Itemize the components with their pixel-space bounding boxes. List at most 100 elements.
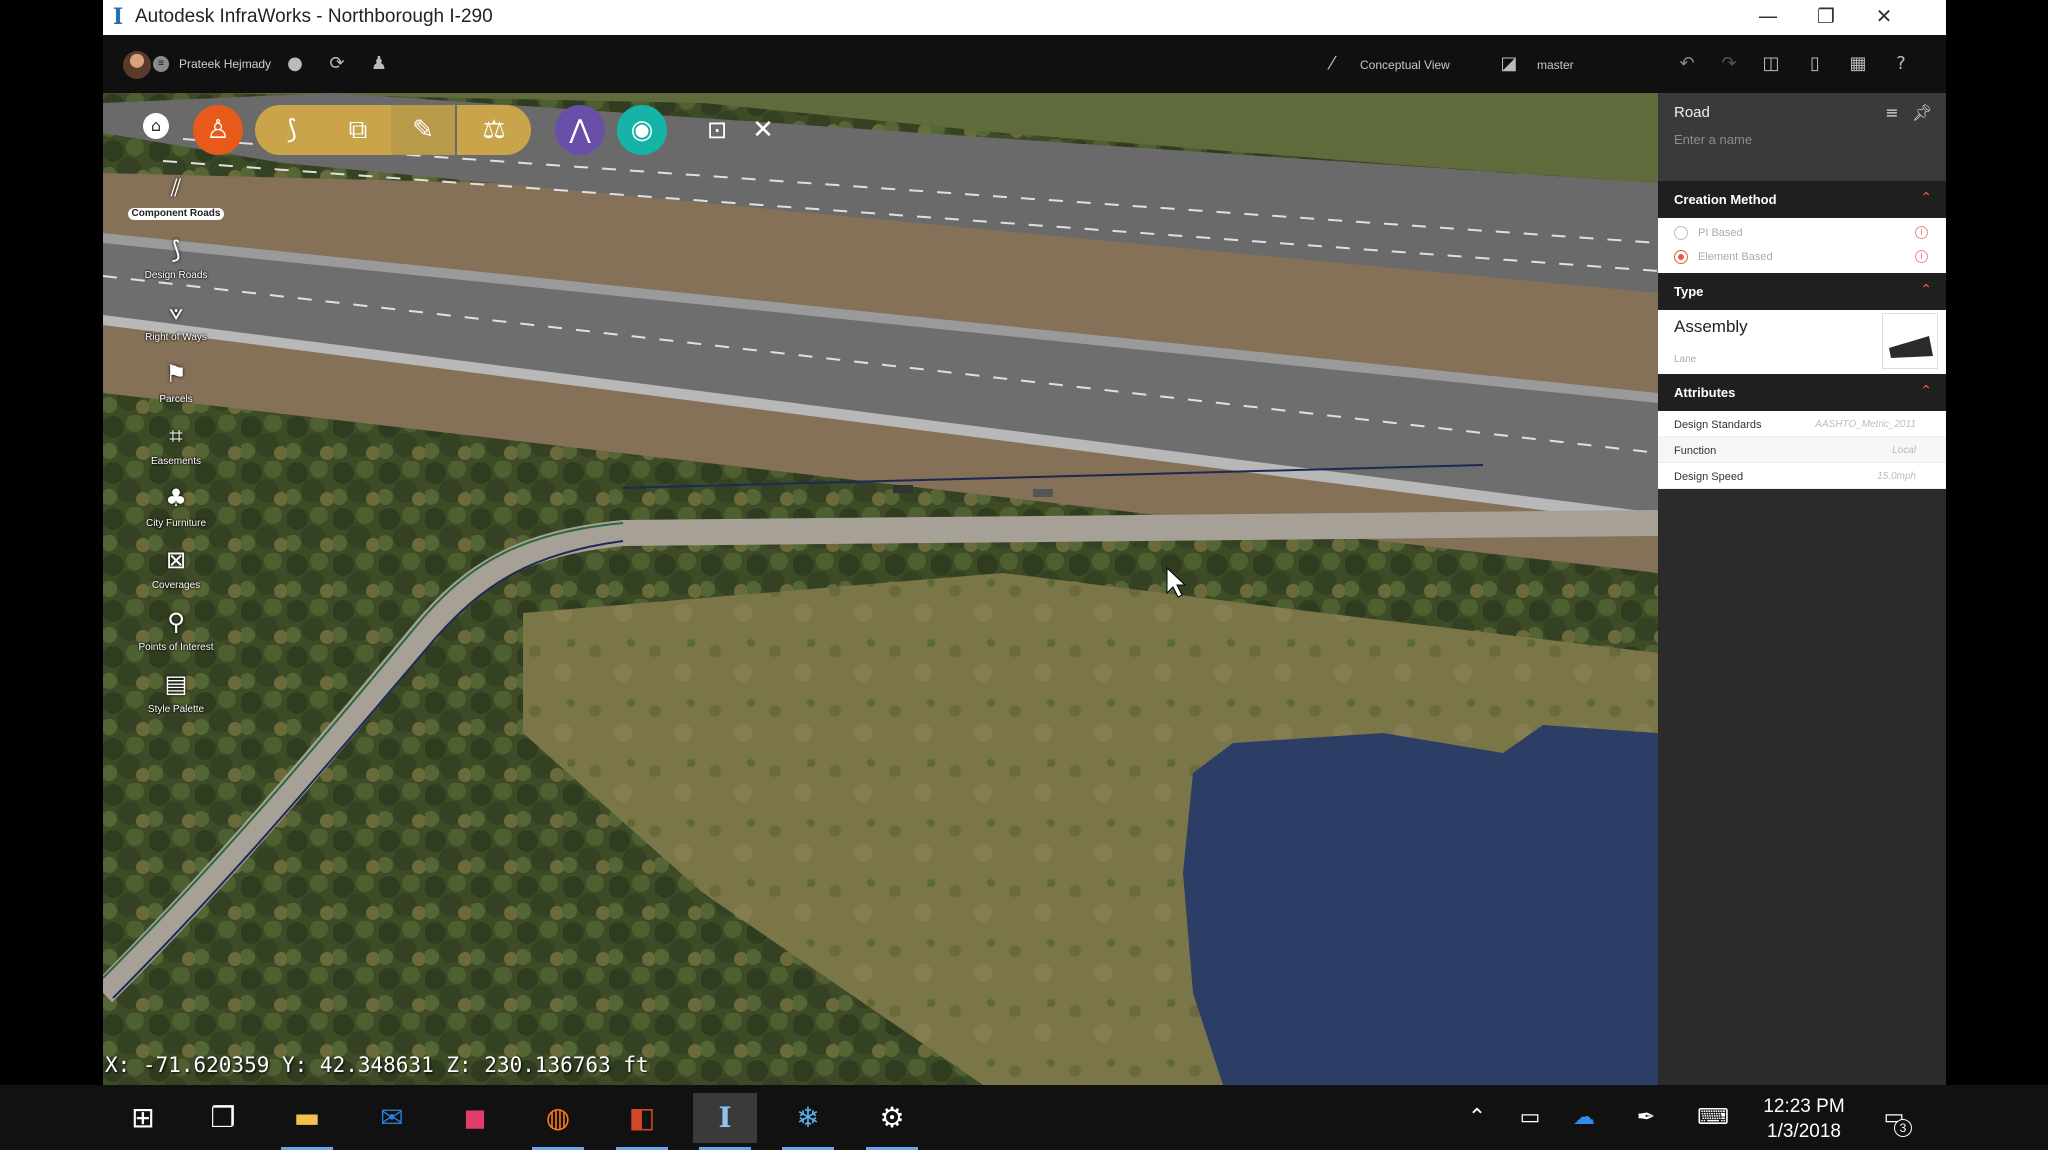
parcels-icon: ⚑ [165, 360, 187, 388]
file-explorer-icon[interactable]: ▬ [275, 1093, 339, 1150]
properties-panel: Road Enter a name ≡ 📌︎ Creation Method ⌃… [1658, 93, 1946, 1085]
restore-button[interactable]: ❐ [1797, 0, 1855, 35]
aerial-map[interactable] [103, 93, 1658, 1085]
pin-icon[interactable]: 📌︎ [1912, 103, 1932, 123]
scale-icon[interactable]: ⚖ [457, 105, 531, 155]
attribute-value[interactable]: Local [1892, 445, 1916, 456]
sidebar-item-points-of-interest[interactable]: ⚲ Points of Interest [123, 607, 229, 663]
notification-badge: 3 [1894, 1119, 1912, 1137]
style-palette-icon: ▤ [164, 670, 188, 698]
section-title: Type [1674, 284, 1704, 299]
snowflake-app-icon[interactable]: ❄ [776, 1093, 840, 1150]
battery-icon[interactable]: ▭ [1512, 1105, 1548, 1131]
cloud-icon[interactable]: ● [283, 52, 307, 76]
sidebar-item-label: Design Roads [144, 270, 208, 281]
sidebar-item-label: Coverages [151, 580, 201, 591]
name-field[interactable]: Enter a name [1674, 132, 1752, 147]
person-share-icon[interactable]: ♟ [367, 52, 391, 76]
person-icon[interactable]: ♙ [193, 105, 243, 155]
attribute-key: Function [1674, 445, 1717, 457]
panel-toggle-icon[interactable]: ▯ [1803, 52, 1827, 76]
branch-icon[interactable]: ◪ [1497, 52, 1521, 76]
sidebar-item-label: Right of Ways [145, 332, 207, 343]
creation-method-section[interactable]: Creation Method ⌃ [1658, 181, 1946, 218]
attribute-key: Design Speed [1674, 471, 1744, 483]
easements-icon: ⌗ [169, 422, 183, 450]
chevron-up-icon[interactable]: ⌃ [1920, 383, 1932, 399]
close-button[interactable]: ✕ [1855, 0, 1913, 35]
tray-expand-icon[interactable]: ⌃ [1459, 1105, 1495, 1131]
sidebar-item-right-of-ways[interactable]: ⟇ Right of Ways [123, 297, 229, 353]
sidebar-item-component-roads[interactable]: ⫽ Component Roads [123, 173, 229, 229]
right-of-ways-icon: ⟇ [168, 298, 184, 326]
radio-pi-based[interactable]: PI Based i [1658, 222, 1946, 246]
roads-icon[interactable]: ⟆ [261, 105, 323, 155]
sidebar-item-easements[interactable]: ⌗ Easements [123, 421, 229, 477]
sidebar-item-coverages[interactable]: ⊠ Coverages [123, 545, 229, 601]
radio-label: PI Based [1698, 227, 1743, 239]
sidebar-item-parcels[interactable]: ⚑ Parcels [123, 359, 229, 415]
attribute-row-function[interactable]: Function Local [1658, 437, 1946, 463]
outlook-icon[interactable]: ✉ [360, 1093, 424, 1143]
attributes-section[interactable]: Attributes ⌃ [1658, 374, 1946, 411]
tools-icon[interactable]: ✕ [743, 105, 783, 155]
user-name: Prateek Hejmady [179, 57, 272, 71]
branch-label[interactable]: master [1537, 58, 1574, 72]
info-icon[interactable]: i [1915, 226, 1928, 239]
redo-icon[interactable]: ↷ [1717, 52, 1741, 76]
target-icon[interactable]: ◉ [617, 105, 667, 155]
sidebar-item-city-furniture[interactable]: ♣ City Furniture [123, 483, 229, 539]
copy-icon[interactable]: ⧉ [327, 105, 389, 155]
chevron-up-icon[interactable]: ⌃ [1920, 190, 1932, 206]
attribute-value[interactable]: AASHTO_Metric_2011 [1815, 419, 1916, 430]
component-roads-icon: ⫽ [170, 174, 182, 202]
onedrive-icon[interactable]: ☁ [1566, 1105, 1602, 1131]
minimize-button[interactable]: — [1739, 0, 1797, 35]
help-icon[interactable]: ? [1889, 52, 1913, 76]
sidebar-item-design-roads[interactable]: ⟆ Design Roads [123, 235, 229, 291]
menu-icon[interactable]: ≡ [1882, 103, 1902, 123]
radio-label: Element Based [1698, 251, 1773, 263]
undo-icon[interactable]: ↶ [1675, 52, 1699, 76]
analyze-icon[interactable]: ⋀ [555, 105, 605, 155]
attribute-value[interactable]: 15.0mph [1877, 471, 1916, 482]
settings-grid-icon[interactable]: ▦ [1846, 52, 1870, 76]
panel-title: Road [1674, 104, 1710, 121]
powerpoint-icon[interactable]: ◧ [610, 1093, 674, 1150]
pen-icon[interactable]: ✒ [1628, 1105, 1664, 1131]
radio-element-based[interactable]: Element Based i [1658, 246, 1946, 270]
radio-button[interactable] [1674, 250, 1688, 264]
pencil-icon[interactable]: ✎ [391, 105, 455, 155]
type-body[interactable]: Assembly Lane [1658, 310, 1946, 374]
map-viewport[interactable]: ⌂ ♙ ⟆ ⧉ ✎ ⚖ ⋀ ◉ ⊡ ✕ ⫽ Component Roads ⟆ [103, 93, 1658, 1085]
sync-icon[interactable]: ⟳ [325, 52, 349, 76]
points-of-interest-icon: ⚲ [167, 608, 185, 636]
m-app-icon[interactable]: ◼ [443, 1093, 507, 1143]
presentation-icon[interactable]: ⊡ [697, 105, 737, 155]
assembly-thumbnail[interactable] [1882, 313, 1938, 369]
clock[interactable]: 12:23 PM 1/3/2018 [1758, 1095, 1850, 1145]
keyboard-icon[interactable]: ⌨ [1690, 1105, 1736, 1131]
view-label[interactable]: Conceptual View [1360, 58, 1450, 72]
sidebar-item-label: City Furniture [145, 518, 206, 529]
infraworks-taskbar-icon[interactable]: I [693, 1093, 757, 1150]
sidebar-item-label: Points of Interest [138, 642, 214, 653]
section-title: Attributes [1674, 385, 1736, 400]
settings-icon[interactable]: ⚙ [860, 1093, 924, 1150]
type-section[interactable]: Type ⌃ [1658, 273, 1946, 310]
home-icon[interactable]: ⌂ [143, 113, 169, 139]
attribute-row-design-standards[interactable]: Design Standards AASHTO_Metric_2011 [1658, 411, 1946, 437]
attribute-row-design-speed[interactable]: Design Speed 15.0mph [1658, 463, 1946, 489]
radio-button[interactable] [1674, 226, 1688, 240]
firefox-icon[interactable]: ◍ [526, 1093, 590, 1150]
chevron-up-icon[interactable]: ⌃ [1920, 282, 1932, 298]
view-style-icon[interactable]: ⁄ [1320, 52, 1344, 76]
user-menu-icon[interactable]: ≡ [153, 56, 169, 72]
task-view-icon[interactable]: ❐ [191, 1093, 255, 1143]
windows-start-icon[interactable]: ⊞ [111, 1093, 175, 1143]
layers-icon[interactable]: ◫ [1759, 52, 1783, 76]
info-icon[interactable]: i [1915, 250, 1928, 263]
lane-icon [1889, 336, 1933, 358]
avatar[interactable] [123, 51, 151, 79]
sidebar-item-style-palette[interactable]: ▤ Style Palette [123, 669, 229, 725]
